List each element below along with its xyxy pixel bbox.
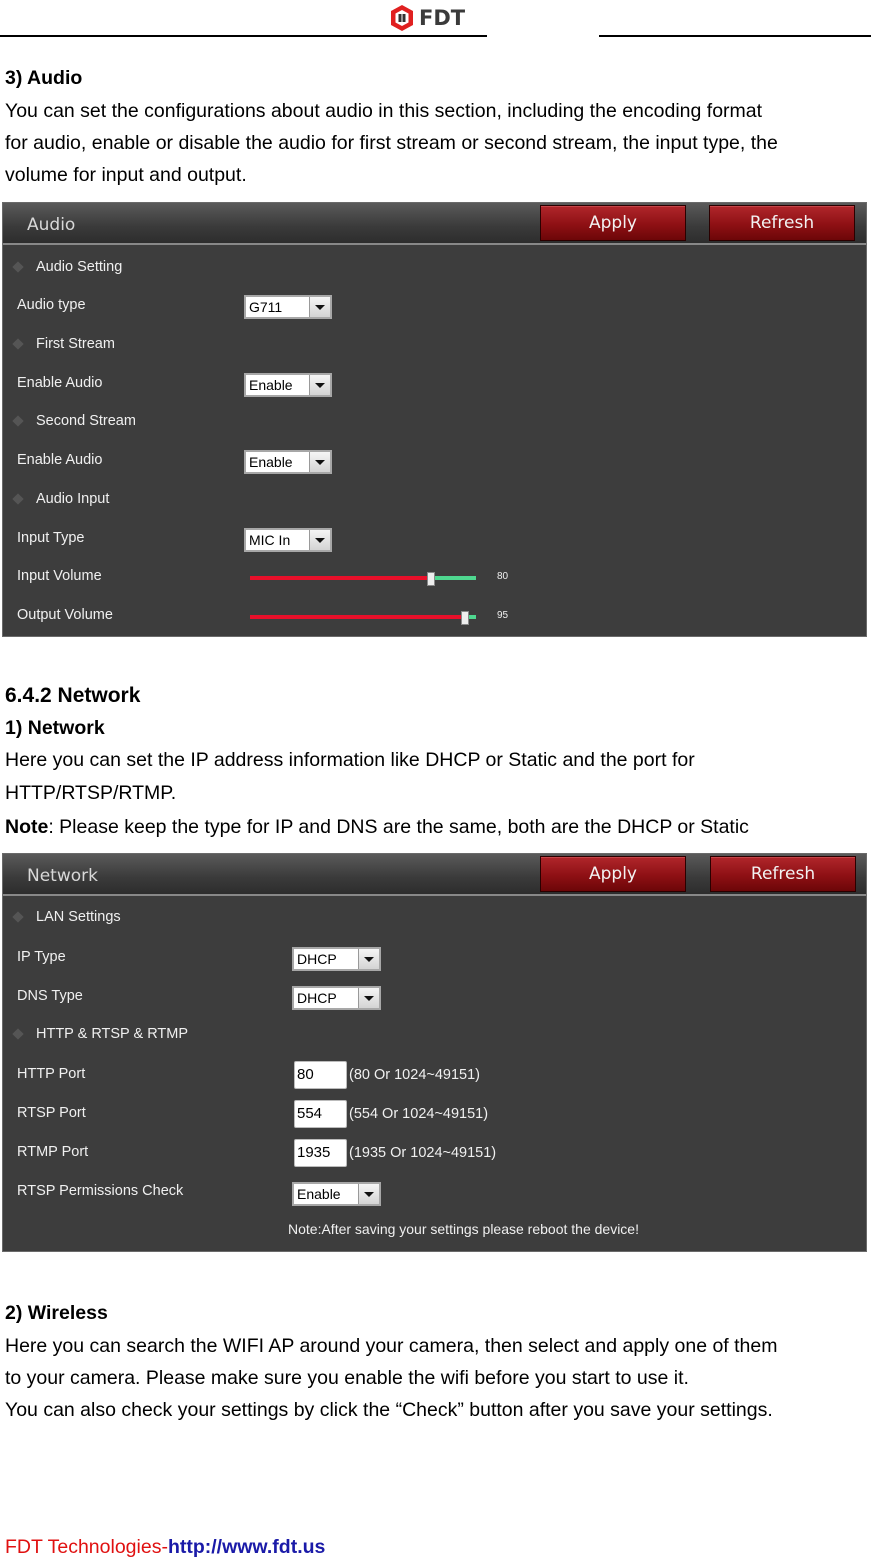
apply-button[interactable]: Apply	[540, 856, 686, 892]
dns-type-select[interactable]: DHCP	[292, 986, 381, 1010]
rtmp-port-label: RTMP Port	[17, 1144, 89, 1160]
network-subheading: 1) Network	[5, 717, 105, 739]
first-stream-enable-audio-select[interactable]: Enable	[244, 373, 332, 397]
refresh-button[interactable]: Refresh	[709, 205, 855, 241]
wireless-paragraph-line: Here you can search the WIFI AP around y…	[5, 1335, 778, 1357]
note-label: Note	[5, 816, 49, 838]
chevron-down-icon[interactable]	[309, 530, 330, 550]
input-volume-label: Input Volume	[17, 568, 102, 584]
network-note: Note: Please keep the type for IP and DN…	[5, 811, 749, 843]
diamond-bullet-icon	[12, 415, 24, 427]
slider-filled-track	[250, 576, 431, 580]
chevron-down-icon[interactable]	[358, 988, 379, 1008]
network-section-heading: 6.4.2 Network	[5, 684, 141, 707]
network-paragraph-line: Here you can set the IP address informat…	[5, 749, 695, 771]
diamond-bullet-icon	[12, 261, 24, 273]
diamond-bullet-icon	[12, 1028, 24, 1040]
apply-button[interactable]: Apply	[540, 205, 686, 241]
ip-type-select[interactable]: DHCP	[292, 947, 381, 971]
rtsp-port-label: RTSP Port	[17, 1105, 86, 1121]
slider-remaining-track	[431, 576, 476, 580]
rtsp-port-input[interactable]: 554	[294, 1100, 347, 1128]
audio-panel-toolbar: Audio Apply Refresh	[3, 203, 866, 245]
group-lan-settings: LAN Settings	[11, 909, 121, 925]
second-stream-enable-audio-select[interactable]: Enable	[244, 450, 332, 474]
output-volume-slider[interactable]	[250, 611, 476, 625]
rtsp-permissions-select[interactable]: Enable	[292, 1182, 381, 1206]
rtmp-port-input[interactable]: 1935	[294, 1139, 347, 1167]
dns-type-label: DNS Type	[17, 988, 83, 1004]
network-paragraph-line: HTTP/RTSP/RTMP.	[5, 782, 177, 804]
fdt-hexagon-logo-icon	[391, 5, 413, 31]
chevron-down-icon[interactable]	[358, 949, 379, 969]
slider-thumb[interactable]	[427, 572, 435, 586]
ip-type-label: IP Type	[17, 949, 66, 965]
chevron-down-icon[interactable]	[309, 297, 330, 317]
audio-paragraph-line: volume for input and output.	[5, 164, 247, 186]
first-stream-enable-audio-label: Enable Audio	[17, 375, 103, 391]
network-panel: Network Apply Refresh LAN Settings IP Ty…	[2, 853, 867, 1252]
second-stream-enable-audio-label: Enable Audio	[17, 452, 103, 468]
diamond-bullet-icon	[12, 338, 24, 350]
audio-panel: Audio Apply Refresh Audio Setting Audio …	[2, 202, 867, 637]
reboot-note: Note:After saving your settings please r…	[288, 1221, 639, 1237]
footer-link[interactable]: http://www.fdt.us	[168, 1536, 325, 1558]
diamond-bullet-icon	[12, 493, 24, 505]
group-second-stream: Second Stream	[11, 413, 136, 429]
network-panel-title: Network	[27, 866, 98, 886]
audio-heading: 3) Audio	[5, 67, 83, 89]
wireless-paragraph-line: to your camera. Please make sure you ena…	[5, 1367, 689, 1389]
output-volume-label: Output Volume	[17, 607, 113, 623]
refresh-button[interactable]: Refresh	[710, 856, 856, 892]
group-http-rtsp-rtmp: HTTP & RTSP & RTMP	[11, 1026, 188, 1042]
output-volume-value: 95	[497, 610, 509, 621]
footer-brand: FDT Technologies-	[5, 1536, 168, 1558]
group-audio-setting: Audio Setting	[11, 259, 122, 275]
audio-paragraph-line: for audio, enable or disable the audio f…	[5, 132, 778, 154]
input-type-select[interactable]: MIC In	[244, 528, 332, 552]
audio-paragraph-line: You can set the configurations about aud…	[5, 100, 763, 122]
chevron-down-icon[interactable]	[309, 375, 330, 395]
rtsp-permissions-label: RTSP Permissions Check	[17, 1183, 184, 1199]
logo-text: FDT	[419, 6, 466, 30]
input-type-label: Input Type	[17, 530, 85, 546]
http-port-label: HTTP Port	[17, 1066, 86, 1082]
diamond-bullet-icon	[12, 911, 24, 923]
audio-panel-title: Audio	[27, 215, 76, 235]
chevron-down-icon[interactable]	[358, 1184, 379, 1204]
network-panel-toolbar: Network Apply Refresh	[3, 854, 866, 896]
logo: FDT	[389, 3, 465, 33]
page-header: FDT	[0, 0, 871, 40]
http-port-hint: (80 Or 1024~49151)	[349, 1067, 480, 1083]
group-audio-input: Audio Input	[11, 491, 109, 507]
http-port-input[interactable]: 80	[294, 1061, 347, 1089]
header-divider	[0, 35, 871, 37]
page-footer: FDT Technologies-http://www.fdt.us	[5, 1536, 325, 1559]
group-first-stream: First Stream	[11, 336, 115, 352]
input-volume-slider[interactable]	[250, 572, 476, 586]
wireless-paragraph-line: You can also check your settings by clic…	[5, 1399, 773, 1421]
audio-type-select[interactable]: G711	[244, 295, 332, 319]
wireless-heading: 2) Wireless	[5, 1302, 108, 1324]
chevron-down-icon[interactable]	[309, 452, 330, 472]
slider-thumb[interactable]	[461, 611, 469, 625]
rtmp-port-hint: (1935 Or 1024~49151)	[349, 1145, 497, 1161]
audio-type-label: Audio type	[17, 297, 86, 313]
slider-filled-track	[250, 615, 465, 619]
input-volume-value: 80	[497, 571, 509, 582]
note-text: : Please keep the type for IP and DNS ar…	[48, 816, 749, 838]
rtsp-port-hint: (554 Or 1024~49151)	[349, 1106, 489, 1122]
